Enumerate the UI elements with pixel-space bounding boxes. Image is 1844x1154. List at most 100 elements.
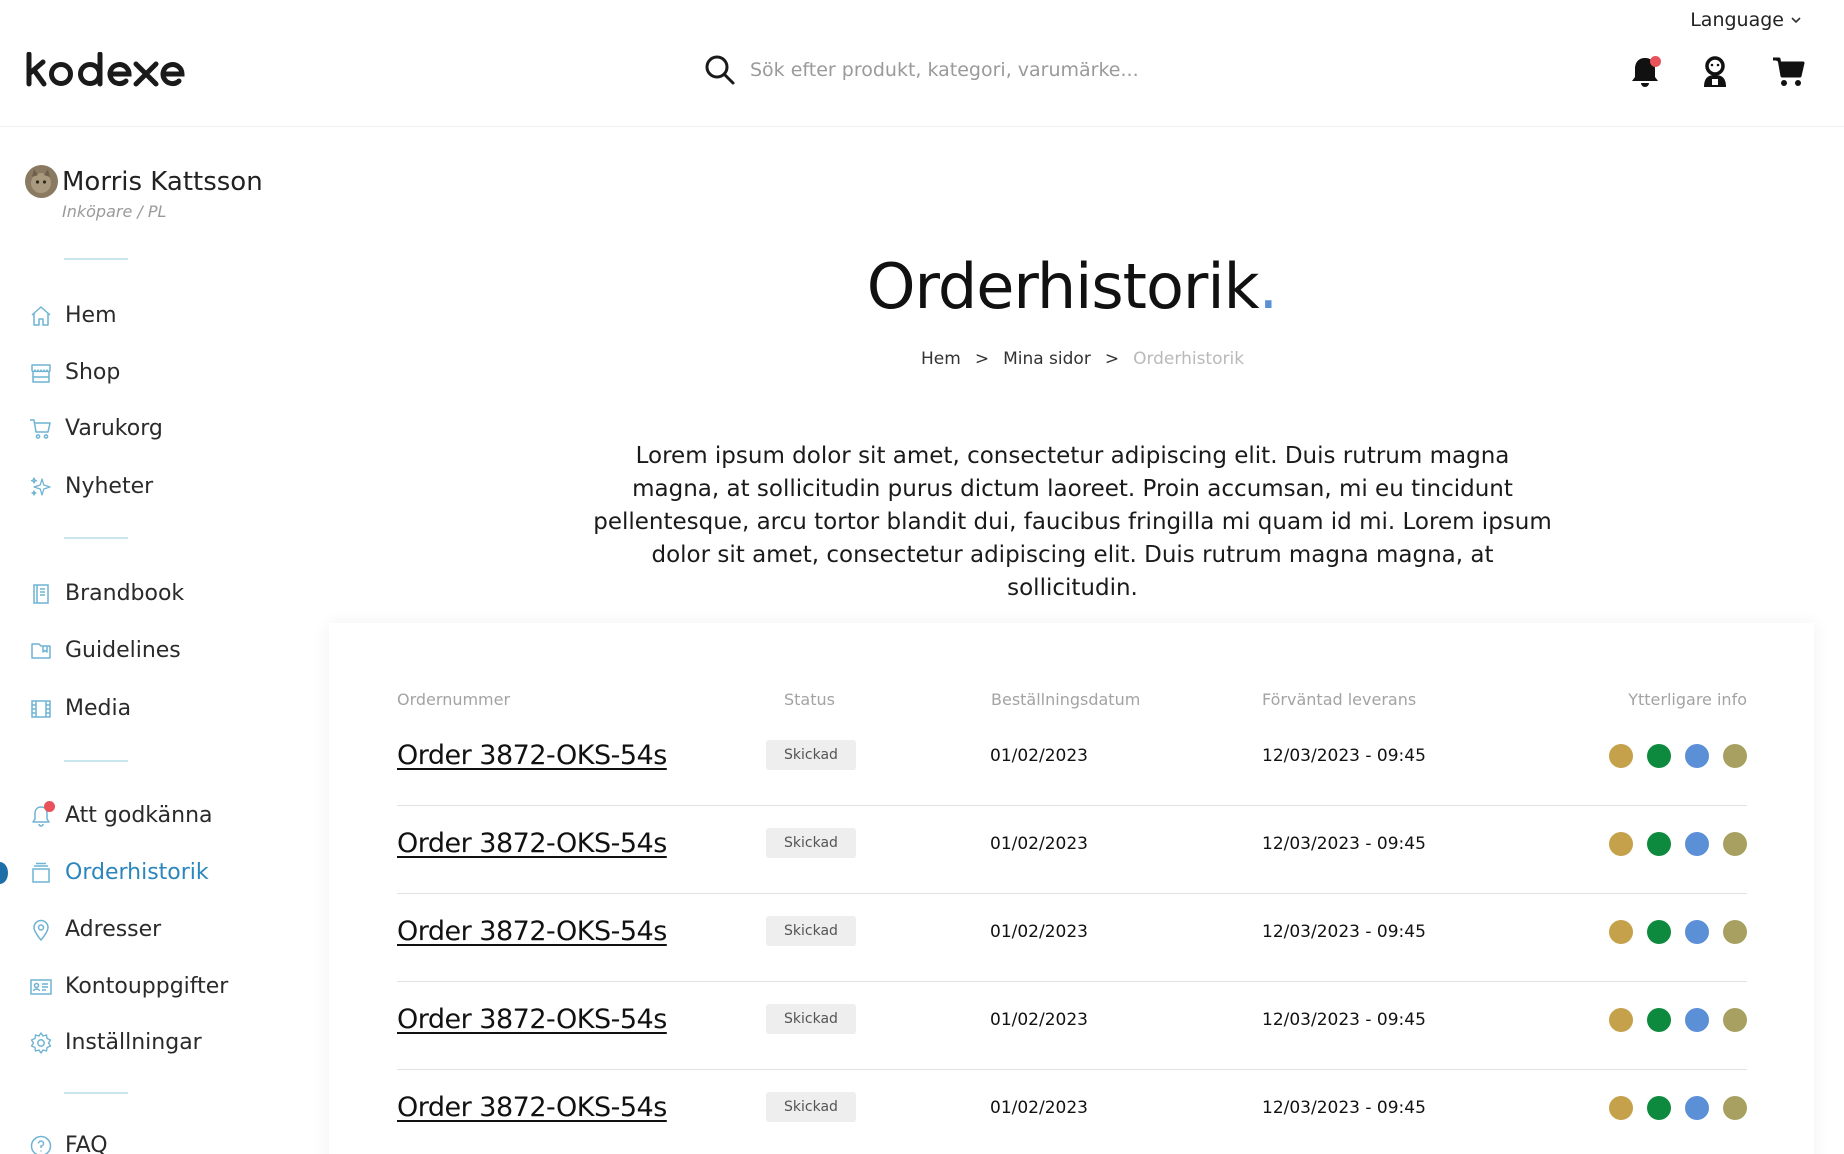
question-icon [29,1134,53,1154]
sidebar-item-shop[interactable]: Shop [29,360,120,385]
sidebar-item-label: Inställningar [65,1030,202,1055]
search-input[interactable] [750,59,1190,81]
sparkle-icon [29,475,53,499]
sidebar-item-adresser[interactable]: Adresser [29,917,161,942]
sidebar-item-label: Att godkänna [65,803,213,828]
profile-name: Morris Kattsson [62,167,263,197]
order-link[interactable]: Order 3872-OKS-54s [397,1092,667,1123]
sidebar-divider [64,537,128,539]
order-date: 01/02/2023 [990,746,1088,766]
info-dot-icon[interactable] [1609,1096,1633,1120]
sidebar-item-label: Kontouppgifter [65,974,229,999]
table-row[interactable]: Order 3872-OKS-54s Skickad 01/02/2023 12… [397,718,1747,806]
search-bar[interactable] [704,54,1224,86]
info-dot-icon[interactable] [1609,920,1633,944]
info-dot-icon[interactable] [1609,1008,1633,1032]
sidebar-item-media[interactable]: Media [29,696,131,721]
info-dot-icon[interactable] [1685,832,1709,856]
info-icons [1609,832,1747,856]
info-dot-icon[interactable] [1723,832,1747,856]
breadcrumb-mina-sidor[interactable]: Mina sidor [1003,349,1091,369]
sidebar-item-faq[interactable]: FAQ [29,1133,108,1154]
page-title: Orderhistorik. [0,250,1844,323]
table-row[interactable]: Order 3872-OKS-54s Skickad 01/02/2023 12… [397,982,1747,1070]
column-header-status[interactable]: Status [784,690,835,709]
order-link[interactable]: Order 3872-OKS-54s [397,740,667,771]
order-link[interactable]: Order 3872-OKS-54s [397,916,667,947]
info-dot-icon[interactable] [1609,744,1633,768]
expected-delivery: 12/03/2023 - 09:45 [1262,746,1426,766]
order-date: 01/02/2023 [990,834,1088,854]
order-date: 01/02/2023 [990,1010,1088,1030]
id-card-icon [29,975,53,999]
sidebar-item-label: Adresser [65,917,162,942]
avatar[interactable] [25,165,58,198]
search-icon[interactable] [704,54,736,86]
info-dot-icon[interactable] [1647,1008,1671,1032]
kodexe-logo[interactable] [25,52,197,88]
folder-icon [29,639,53,663]
info-dot-icon[interactable] [1723,744,1747,768]
cart-icon [1773,57,1805,86]
order-date: 01/02/2023 [990,922,1088,942]
table-row[interactable]: Order 3872-OKS-54s Skickad 01/02/2023 12… [397,1070,1747,1154]
column-header-forvantad-leverans[interactable]: Förväntad leverans [1262,690,1416,709]
sidebar-item-label: Varukorg [65,416,163,441]
order-link[interactable]: Order 3872-OKS-54s [397,1004,667,1035]
info-dot-icon[interactable] [1685,920,1709,944]
order-date: 01/02/2023 [990,1098,1088,1118]
sidebar-item-installningar[interactable]: Inställningar [29,1030,202,1055]
info-dot-icon[interactable] [1647,832,1671,856]
sidebar-item-kontouppgifter[interactable]: Kontouppgifter [29,974,228,999]
sidebar-item-label: Brandbook [65,581,185,606]
table-row[interactable]: Order 3872-OKS-54s Skickad 01/02/2023 12… [397,894,1747,982]
sidebar-item-brandbook[interactable]: Brandbook [29,581,184,606]
chevron-down-icon [1791,17,1801,24]
info-dot-icon[interactable] [1685,1096,1709,1120]
sidebar-item-label: Shop [65,360,121,385]
page-title-dot: . [1258,250,1279,323]
profile-role: Inköpare / PL [62,202,167,221]
column-header-ordernummer[interactable]: Ordernummer [397,690,510,709]
info-dot-icon[interactable] [1723,920,1747,944]
sidebar-item-orderhistorik[interactable]: Orderhistorik [29,860,209,885]
notification-badge [1650,56,1661,67]
info-dot-icon[interactable] [1723,1096,1747,1120]
order-link[interactable]: Order 3872-OKS-54s [397,828,667,859]
gear-icon [29,1031,53,1055]
status-badge: Skickad [766,1092,856,1122]
info-dot-icon[interactable] [1609,832,1633,856]
sidebar-item-label: Orderhistorik [65,860,209,885]
location-pin-icon [29,918,53,942]
breadcrumb-hem[interactable]: Hem [921,349,961,369]
info-icons [1609,1008,1747,1032]
film-icon [29,697,53,721]
sidebar-item-label: Guidelines [65,638,181,663]
info-dot-icon[interactable] [1685,1008,1709,1032]
sidebar-item-nyheter[interactable]: Nyheter [29,474,153,499]
info-dot-icon[interactable] [1723,1008,1747,1032]
info-dot-icon[interactable] [1647,1096,1671,1120]
language-selector[interactable]: Language [1690,9,1802,31]
sidebar-divider [64,760,128,762]
column-header-ytterligare-info: Ytterligare info [1628,690,1747,709]
info-dot-icon[interactable] [1647,920,1671,944]
cart-button[interactable] [1771,54,1807,90]
column-header-bestallningsdatum[interactable]: Beställningsdatum [991,690,1140,709]
sidebar-item-varukorg[interactable]: Varukorg [29,416,163,441]
user-icon [1704,56,1726,87]
info-dot-icon[interactable] [1685,744,1709,768]
info-icons [1609,744,1747,768]
top-header [0,0,1844,127]
sidebar-item-att-godkanna[interactable]: Att godkänna [29,800,213,828]
sidebar-item-guidelines[interactable]: Guidelines [29,638,181,663]
intro-text: Lorem ipsum dolor sit amet, consectetur … [593,443,1552,601]
notifications-button[interactable] [1627,54,1663,90]
sidebar-item-label: FAQ [65,1133,108,1154]
expected-delivery: 12/03/2023 - 09:45 [1262,922,1426,942]
account-button[interactable] [1697,54,1733,90]
status-badge: Skickad [766,828,856,858]
status-badge: Skickad [766,1004,856,1034]
table-row[interactable]: Order 3872-OKS-54s Skickad 01/02/2023 12… [397,806,1747,894]
info-dot-icon[interactable] [1647,744,1671,768]
